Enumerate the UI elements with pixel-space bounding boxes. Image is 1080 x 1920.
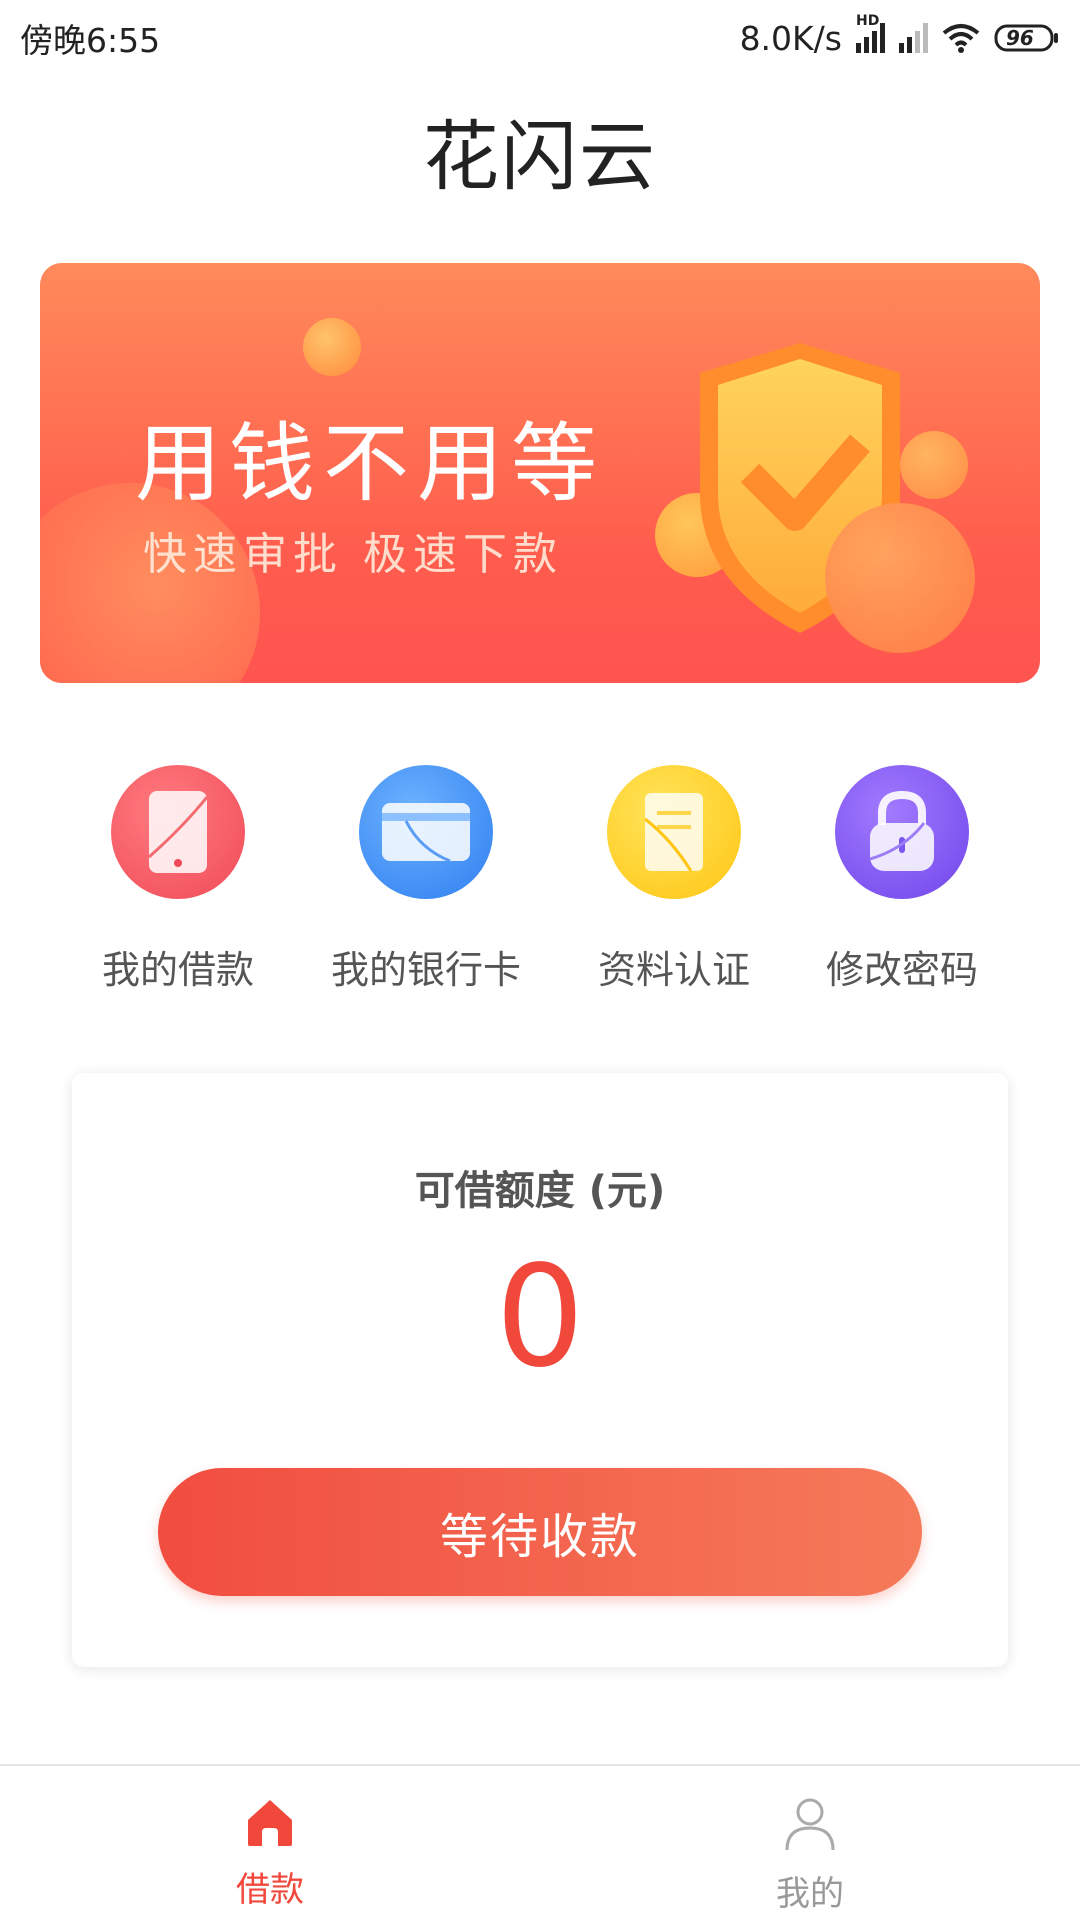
action-label: 我的借款: [101, 948, 254, 992]
network-speed: 8.0K/s: [739, 18, 842, 58]
nav-label: 我的: [776, 1874, 844, 1914]
hd-label: HD: [856, 13, 880, 29]
battery-icon: 96: [994, 23, 1060, 53]
nav-label: 借款: [236, 1870, 304, 1910]
banner-decor-dot: [303, 318, 361, 376]
nav-item-loan[interactable]: 借款: [170, 1796, 370, 1911]
status-time: 傍晚6:55: [20, 21, 161, 60]
battery-level: 96: [1006, 26, 1034, 50]
page-title: 花闪云: [423, 112, 657, 201]
quick-actions: 我的借款 我的银行卡 资料认证 修改密码: [0, 765, 1080, 995]
action-profile-verification[interactable]: 资料认证: [574, 765, 774, 994]
banner-subline: 快速审批 极速下款: [143, 529, 563, 580]
action-label: 资料认证: [597, 948, 750, 992]
action-my-bank-card[interactable]: 我的银行卡: [326, 765, 526, 994]
action-change-password[interactable]: 修改密码: [802, 765, 1002, 994]
banner-headline: 用钱不用等: [135, 414, 605, 514]
credit-limit-title: 可借额度 (元): [414, 1168, 666, 1214]
home-icon: [248, 1800, 292, 1846]
credit-limit-card: 可借额度 (元) 0 等待收款: [72, 1073, 1008, 1667]
phone-icon: [111, 765, 245, 899]
signal-hd-icon: HD: [856, 13, 885, 53]
signal-strength-icon-secondary: [899, 23, 928, 53]
action-label: 修改密码: [825, 948, 978, 992]
lock-icon: [835, 765, 969, 899]
nav-item-mine[interactable]: 我的: [710, 1796, 910, 1915]
home-screen: 傍晚6:55 8.0K/s HD 96 花闪云 用钱不用等 快速审批 极速下款 …: [0, 0, 1080, 1920]
action-label: 我的银行卡: [330, 948, 521, 992]
status-bar: 傍晚6:55 8.0K/s HD 96: [0, 0, 1080, 76]
bottom-nav: 借款 我的: [0, 1764, 1080, 1920]
document-icon: [607, 765, 741, 899]
promo-banner[interactable]: 用钱不用等 快速审批 极速下款: [40, 263, 1040, 683]
wifi-icon: [942, 23, 980, 53]
credit-limit-amount: 0: [495, 1236, 585, 1399]
user-icon: [785, 1798, 835, 1851]
banner-decor-ball-big: [825, 503, 975, 653]
status-indicators: 8.0K/s HD 96: [739, 13, 1060, 58]
action-my-loans[interactable]: 我的借款: [78, 765, 278, 994]
await-payment-button[interactable]: 等待收款: [158, 1468, 922, 1596]
bank-card-icon: [359, 765, 493, 899]
